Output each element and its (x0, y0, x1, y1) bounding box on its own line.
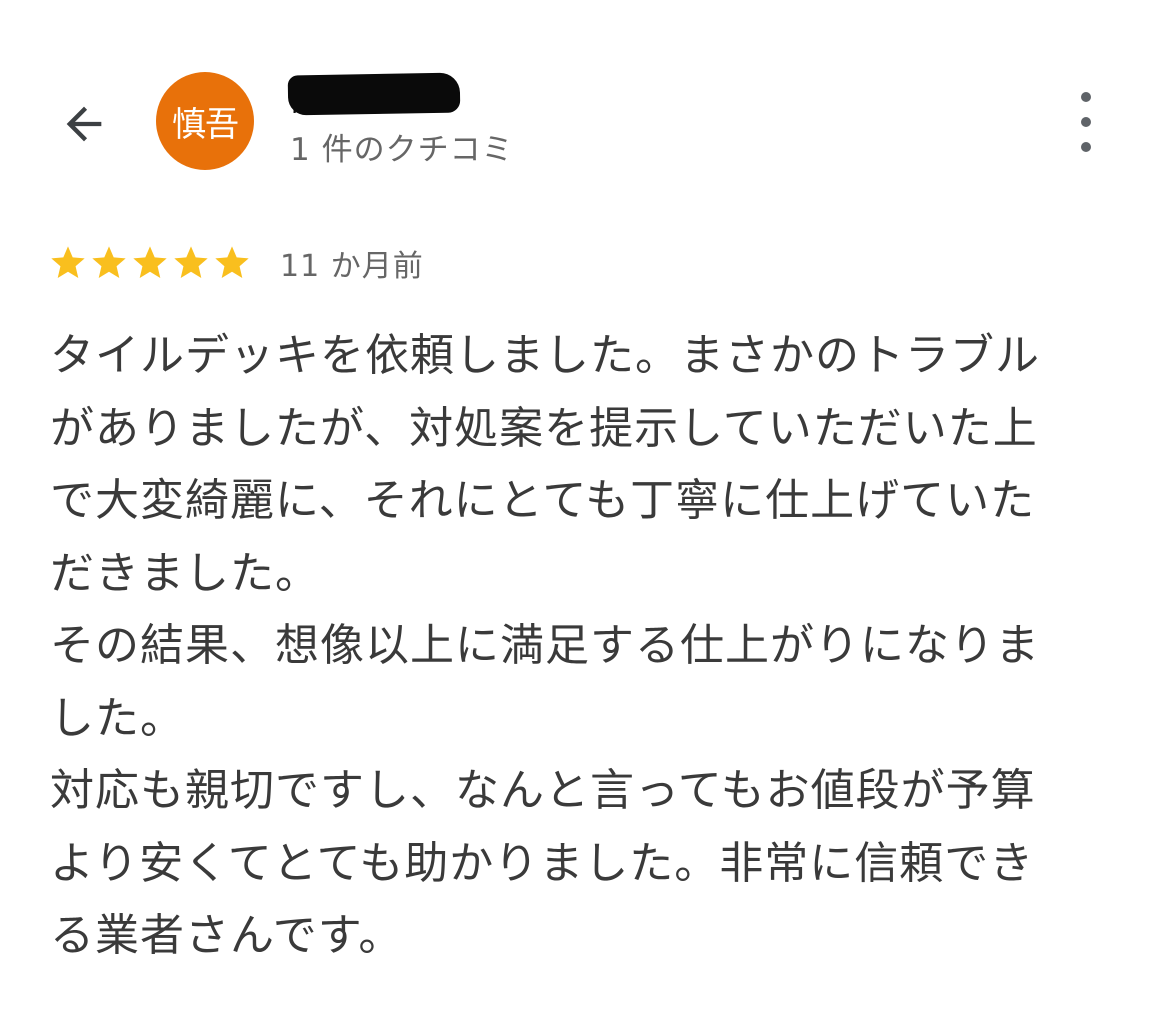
star-icon (92, 246, 126, 278)
review-header: 慎吾 慎吾 1 件のクチコミ (0, 0, 1169, 200)
review-line: より安くてとても助かりました。非常に信頼でき (50, 837, 1035, 889)
redaction-mark (287, 72, 461, 116)
review-line: した。 (50, 692, 185, 744)
review-line: だきました。 (50, 547, 320, 599)
more-options-button[interactable] (1064, 92, 1108, 152)
star-icon (215, 246, 249, 278)
arrow-back-icon (66, 106, 102, 142)
star-icon (51, 246, 85, 278)
rating-row: 11 か月前 (48, 238, 424, 288)
star-rating (48, 243, 252, 283)
avatar[interactable]: 慎吾 (156, 72, 254, 170)
more-vert-icon (1081, 92, 1091, 102)
review-text: タイルデッキを依頼しました。まさかのトラブル がありましたが、対処案を提示してい… (50, 320, 1130, 973)
star-icon (133, 246, 167, 278)
review-line: る業者さんです。 (50, 910, 404, 961)
review-line: その結果、想像以上に満足する仕上がりになりま (50, 620, 1040, 671)
back-button[interactable] (52, 92, 116, 156)
review-line: で大変綺麗に、それにとても丁寧に仕上げていた (50, 475, 1036, 526)
star-icon (174, 246, 208, 278)
review-line: タイルデッキを依頼しました。まさかのトラブル (50, 330, 1040, 381)
review-time: 11 か月前 (280, 249, 424, 284)
reviewer-review-count[interactable]: 1 件のクチコミ (290, 124, 514, 169)
review-line: 対応も親切ですし、なんと言ってもお値段が予算 (50, 765, 1036, 816)
review-line: がありましたが、対処案を提示していただいた上 (50, 402, 1038, 454)
avatar-initials: 慎吾 (172, 104, 239, 145)
